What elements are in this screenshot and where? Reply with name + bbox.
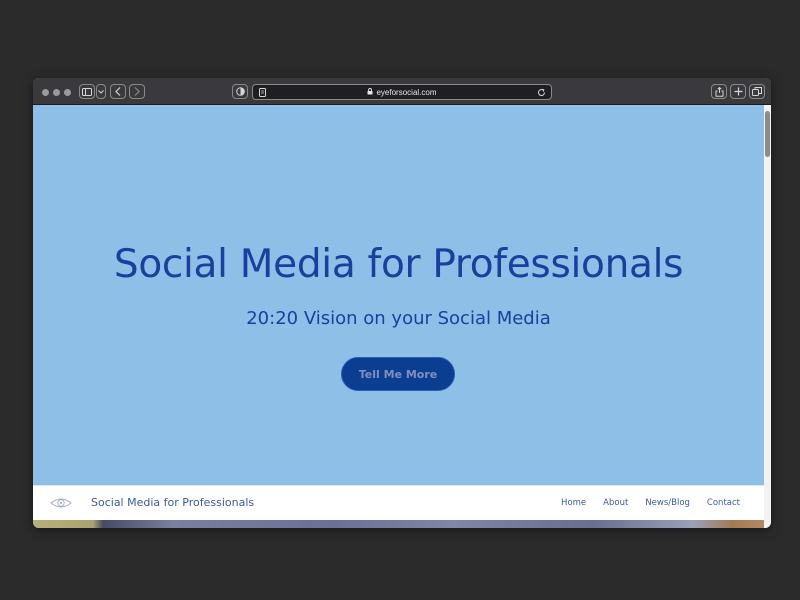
sidebar-button[interactable] (79, 84, 95, 99)
sidebar-icon (82, 87, 92, 96)
nav-link-contact[interactable]: Contact (707, 498, 740, 508)
back-icon (115, 87, 121, 96)
scrollbar-thumb[interactable] (765, 111, 770, 157)
tab-overview-icon (752, 87, 762, 96)
url-text: eyeforsocial.com (376, 87, 437, 97)
nav-link-about[interactable]: About (603, 498, 628, 508)
privacy-shield-button[interactable] (232, 84, 248, 99)
hero-subtitle: 20:20 Vision on your Social Media (246, 308, 551, 329)
share-button[interactable] (711, 84, 727, 99)
browser-window: eyeforsocial.com Social Media for Profes… (33, 78, 771, 528)
site-brand[interactable]: Social Media for Professionals (91, 496, 254, 509)
tab-overview-button[interactable] (749, 84, 765, 99)
reload-icon[interactable] (537, 88, 546, 99)
forward-icon (134, 87, 140, 96)
page-content: Social Media for Professionals 20:20 Vis… (33, 105, 771, 528)
lock-icon (367, 87, 373, 97)
forward-button[interactable] (129, 84, 145, 99)
address-bar[interactable]: eyeforsocial.com (252, 84, 552, 100)
browser-toolbar: eyeforsocial.com (33, 78, 771, 105)
window-zoom-dot[interactable] (64, 89, 71, 96)
site-navbar: Social Media for Professionals Home Abou… (33, 485, 764, 520)
hero-title: Social Media for Professionals (113, 242, 684, 287)
window-close-dot[interactable] (42, 89, 49, 96)
reader-icon[interactable] (259, 88, 266, 99)
eye-logo-icon[interactable] (50, 495, 72, 514)
nav-links: Home About News/Blog Contact (544, 498, 740, 508)
shield-icon (235, 87, 245, 96)
window-minimize-dot[interactable] (53, 89, 60, 96)
nav-link-news-blog[interactable]: News/Blog (645, 498, 690, 508)
back-button[interactable] (110, 84, 126, 99)
share-icon (715, 86, 724, 97)
tell-me-more-button[interactable]: Tell Me More (341, 357, 455, 391)
scrollbar[interactable] (764, 105, 771, 528)
sidebar-menu-button[interactable] (96, 84, 106, 99)
new-tab-icon (734, 87, 743, 96)
new-tab-button[interactable] (730, 84, 746, 99)
hero-photo-strip (33, 520, 764, 528)
chevron-down-icon (98, 89, 104, 94)
nav-link-home[interactable]: Home (561, 498, 586, 508)
